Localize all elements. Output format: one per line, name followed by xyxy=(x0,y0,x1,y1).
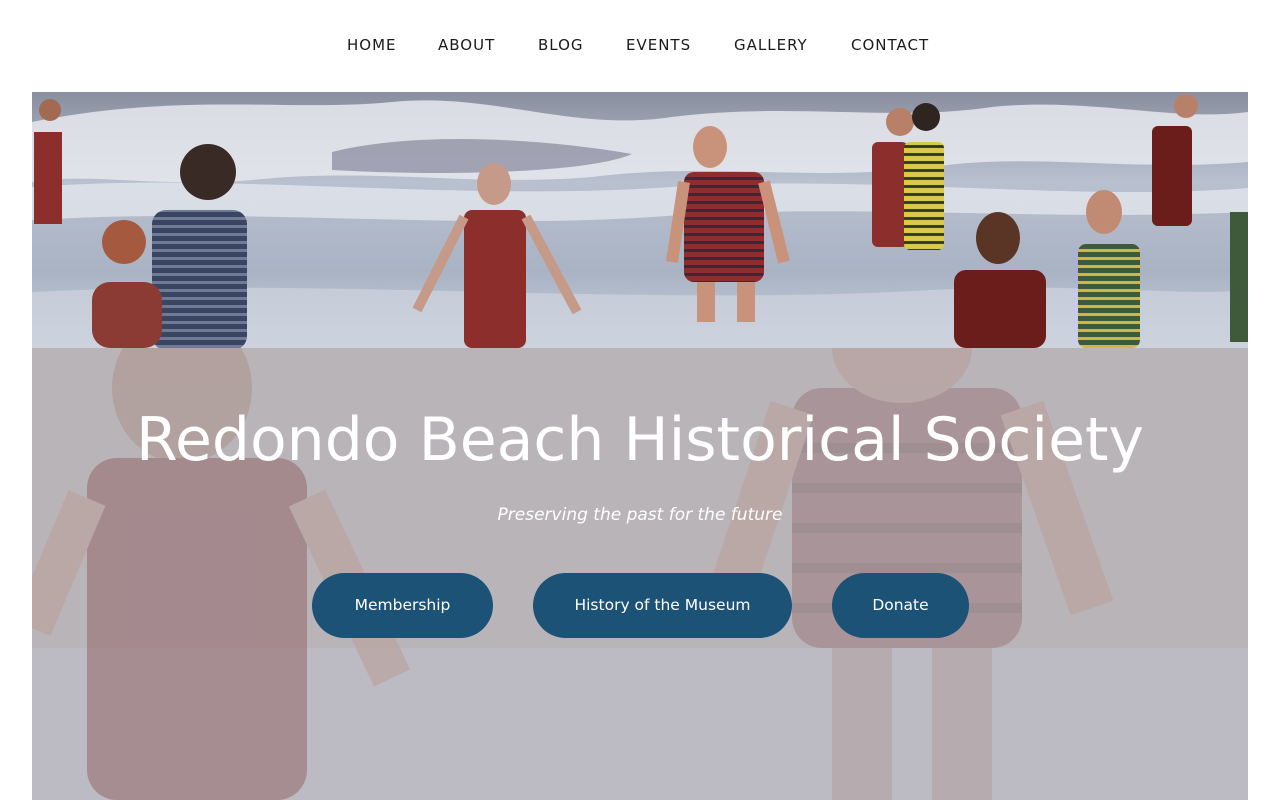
nav-menu: HOME ABOUT BLOG EVENTS GALLERY CONTACT xyxy=(0,35,1280,55)
main-nav: HOME ABOUT BLOG EVENTS GALLERY CONTACT xyxy=(0,0,1280,92)
nav-link-home[interactable]: HOME xyxy=(347,35,397,55)
membership-button[interactable]: Membership xyxy=(312,573,493,638)
nav-link-about[interactable]: ABOUT xyxy=(438,35,495,55)
nav-link-events[interactable]: EVENTS xyxy=(626,35,691,55)
nav-link-gallery[interactable]: GALLERY xyxy=(734,35,808,55)
bathers-illustration xyxy=(32,92,1248,348)
nav-link-contact[interactable]: CONTACT xyxy=(851,35,929,55)
nav-link-blog[interactable]: BLOG xyxy=(538,35,584,55)
site-title: Redondo Beach Historical Society xyxy=(135,405,1145,475)
site-tagline: Preserving the past for the future xyxy=(497,505,783,525)
history-of-museum-button[interactable]: History of the Museum xyxy=(533,573,792,638)
donate-button[interactable]: Donate xyxy=(832,573,969,638)
hero-beach-photo xyxy=(32,92,1248,348)
